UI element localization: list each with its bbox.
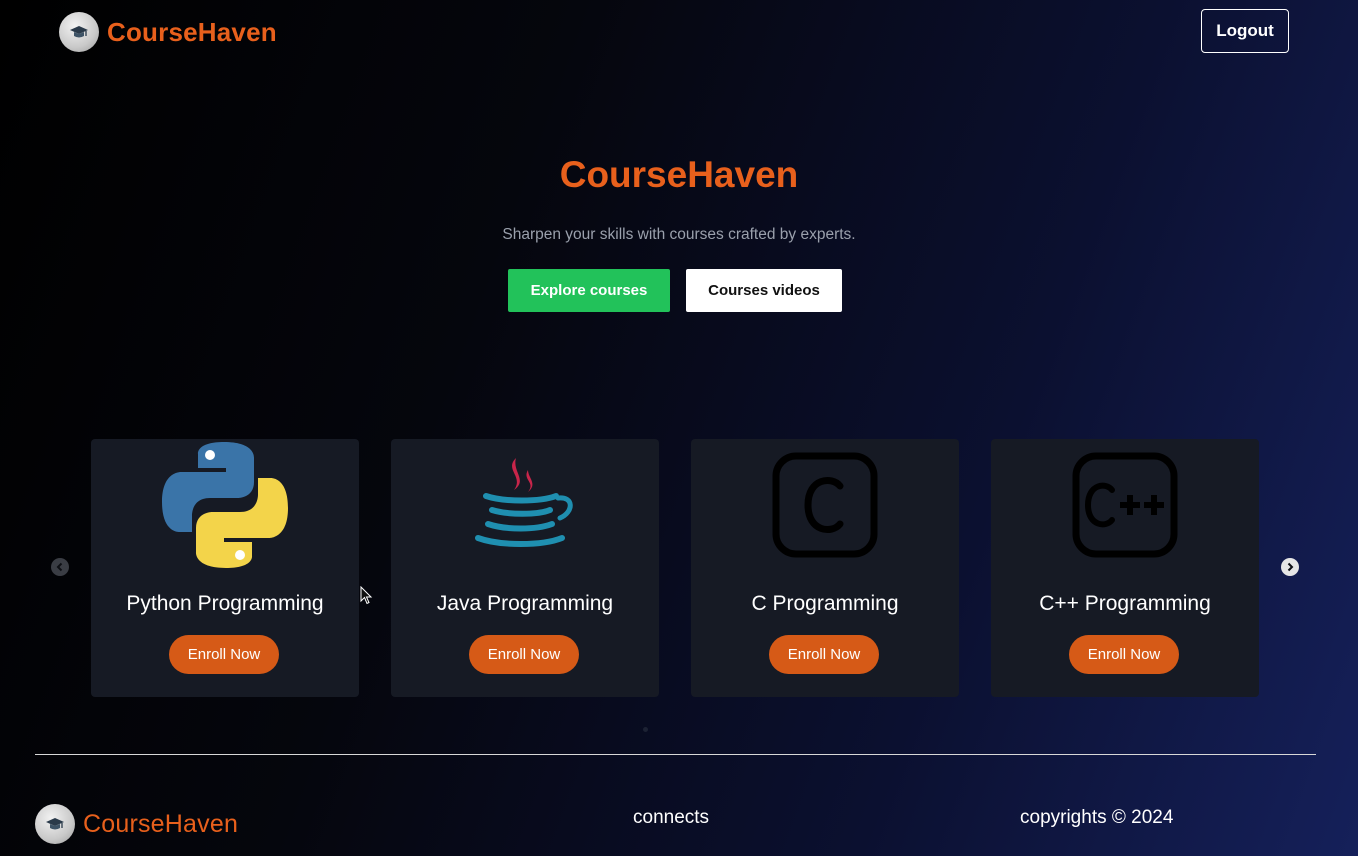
hero-subtitle: Sharpen your skills with courses crafted… [502, 226, 856, 243]
enroll-now-button[interactable]: Enroll Now [1069, 635, 1179, 674]
enroll-now-button[interactable]: Enroll Now [169, 635, 279, 674]
enroll-now-button[interactable]: Enroll Now [769, 635, 879, 674]
footer-divider [35, 754, 1316, 755]
brand-name: CourseHaven [107, 16, 277, 47]
enroll-now-button[interactable]: Enroll Now [469, 635, 579, 674]
carousel-indicator-dot[interactable] [643, 727, 648, 732]
java-logo-icon [391, 439, 659, 571]
logout-button[interactable]: Logout [1201, 9, 1289, 53]
course-card-cpp: C++ Programming Enroll Now [991, 439, 1259, 697]
c-logo-icon [691, 439, 959, 571]
footer-brand[interactable]: CourseHaven [35, 804, 238, 844]
hero-title: CourseHaven [559, 154, 799, 195]
chevron-right-icon [1287, 562, 1294, 572]
course-card-python: Python Programming Enroll Now [91, 439, 359, 697]
logo-icon [59, 12, 99, 52]
course-title: Java Programming [436, 592, 614, 615]
courses-videos-button[interactable]: Courses videos [686, 269, 842, 312]
chevron-left-icon [56, 562, 63, 572]
course-title: Python Programming [126, 592, 324, 615]
course-card-java: Java Programming Enroll Now [391, 439, 659, 697]
logo-icon [35, 804, 75, 844]
carousel-prev-button[interactable] [51, 558, 69, 576]
cpp-logo-icon [991, 439, 1259, 571]
explore-courses-button[interactable]: Explore courses [508, 269, 670, 312]
course-title: C Programming [751, 592, 899, 615]
python-logo-icon [91, 439, 359, 571]
footer-connects-heading: connects [633, 807, 710, 828]
course-card-c: C Programming Enroll Now [691, 439, 959, 697]
footer-brand-name: CourseHaven [83, 809, 239, 838]
carousel-next-button[interactable] [1281, 558, 1299, 576]
course-title: C++ Programming [1039, 592, 1211, 615]
mouse-cursor-icon [360, 586, 373, 605]
site-header-brand[interactable]: CourseHaven [59, 12, 277, 52]
footer-copyright: copyrights © 2024 [1020, 807, 1174, 828]
